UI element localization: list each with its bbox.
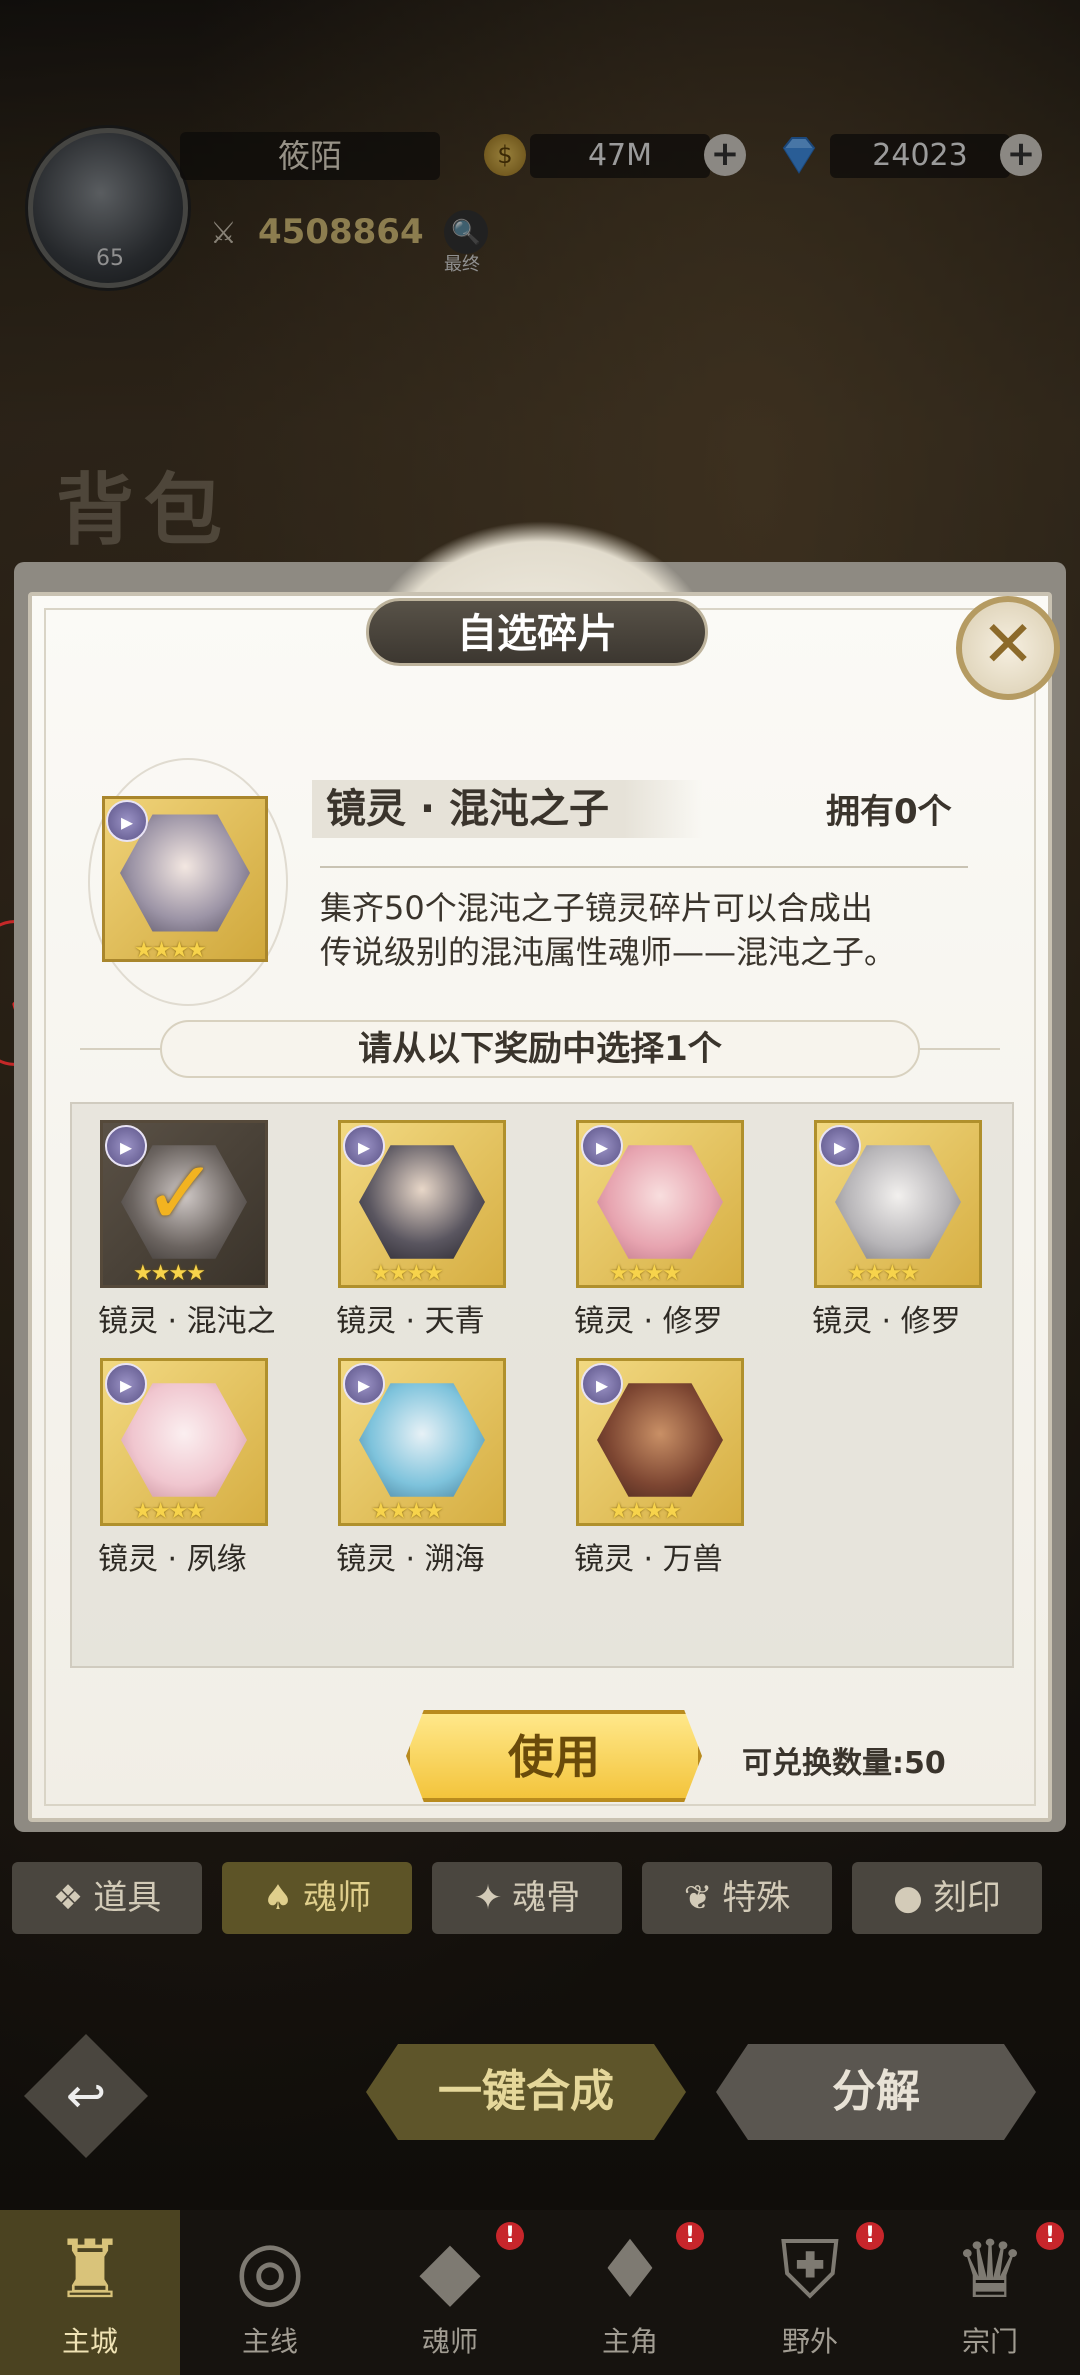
divider [80,1048,170,1050]
special-icon: ❦ [683,1878,713,1918]
merge-all-button[interactable]: 一键合成 [366,2044,686,2140]
reward-card[interactable]: ▸ ★★★★ [100,1358,268,1526]
element-badge-icon: ▸ [105,1363,147,1405]
item-name: 镜灵 · 混沌之子 [312,780,702,838]
description-line: 集齐50个混沌之子镜灵碎片可以合成出 [320,889,873,927]
nav-label: 野外 [781,2325,838,2358]
nav-label: 主角 [601,2325,658,2358]
soul-master-icon: ♠ [262,1878,294,1918]
element-badge-icon: ▸ [581,1363,623,1405]
description-line: 传说级别的混沌属性魂师——混沌之子。 [320,933,897,971]
tab-label: 道具 [93,1878,162,1918]
alert-badge-icon: ! [496,2222,524,2250]
exchange-count: 可兑换数量:50 [742,1746,946,1781]
nav-label: 主城 [61,2325,118,2358]
tab-label: 刻印 [932,1878,1001,1918]
alert-badge-icon: ! [856,2222,884,2250]
tab-label: 魂骨 [512,1878,581,1918]
reward-stars: ★★★★ [133,1499,206,1524]
reward-name: 镜灵 · 混沌之 [98,1304,274,1339]
item-description: 集齐50个混沌之子镜灵碎片可以合成出 传说级别的混沌属性魂师——混沌之子。 [320,886,980,974]
choose-prompt: 请从以下奖励中选择1个 [160,1020,920,1078]
element-badge-icon: ▸ [106,800,148,842]
tab-label: 魂师 [303,1878,372,1918]
imprint-icon: ● [893,1878,923,1918]
nav-main-city[interactable]: ♜ 主城 [0,2210,180,2375]
items-icon: ❖ [52,1878,84,1918]
item-stars: ★★★★ [134,938,207,963]
reward-stars: ★★★★ [133,1261,206,1286]
reward-name: 镜灵 · 夙缘 [98,1542,247,1577]
nav-main-story[interactable]: ◎ 主线 [180,2210,360,2375]
reward-stars: ★★★★ [371,1261,444,1286]
reward-name: 镜灵 · 天青 [336,1304,485,1339]
tab-special[interactable]: ❦ 特殊 [642,1862,832,1934]
tab-soul-master[interactable]: ♠ 魂师 [222,1862,412,1934]
decompose-button[interactable]: 分解 [716,2044,1036,2140]
reward-card[interactable]: ▸ ✓ ★★★★ [100,1120,268,1288]
element-badge-icon: ▸ [343,1363,385,1405]
tab-imprint[interactable]: ● 刻印 [852,1862,1042,1934]
reward-card[interactable]: ▸ ★★★★ [814,1120,982,1288]
divider [910,1048,1000,1050]
nav-label: 魂师 [421,2325,478,2358]
reward-stars: ★★★★ [609,1499,682,1524]
reward-name: 镜灵 · 溯海 [336,1542,485,1577]
reward-name: 镜灵 · 万兽 [574,1542,723,1577]
reward-card[interactable]: ▸ ★★★★ [338,1120,506,1288]
reward-card[interactable]: ▸ ★★★★ [338,1358,506,1526]
element-badge-icon: ▸ [819,1125,861,1167]
reward-card[interactable]: ▸ ★★★★ [576,1358,744,1526]
dialog-title: 自选碎片 [366,598,708,666]
reward-stars: ★★★★ [609,1261,682,1286]
reward-name: 镜灵 · 修罗 [812,1304,961,1339]
divider [320,866,968,868]
tab-label: 特殊 [722,1878,791,1918]
alert-badge-icon: ! [676,2222,704,2250]
tab-soul-bone[interactable]: ✦ 魂骨 [432,1862,622,1934]
element-badge-icon: ▸ [105,1125,147,1167]
reward-name: 镜灵 · 修罗 [574,1304,723,1339]
element-badge-icon: ▸ [343,1125,385,1167]
close-button[interactable]: ✕ [956,596,1060,700]
soul-bone-icon: ✦ [473,1878,503,1918]
tab-items[interactable]: ❖ 道具 [12,1862,202,1934]
castle-icon: ♜ [54,2223,126,2316]
alert-badge-icon: ! [1036,2222,1064,2250]
element-badge-icon: ▸ [581,1125,623,1167]
reward-card[interactable]: ▸ ★★★★ [576,1120,744,1288]
owned-count: 拥有0个 [826,792,952,832]
reward-stars: ★★★★ [371,1499,444,1524]
nav-label: 宗门 [961,2325,1018,2358]
checkmark-icon: ✓ [143,1141,219,1246]
nav-label: 主线 [241,2325,298,2358]
use-button[interactable]: 使用 [406,1710,702,1802]
story-icon: ◎ [235,2223,305,2316]
reward-stars: ★★★★ [847,1261,920,1286]
